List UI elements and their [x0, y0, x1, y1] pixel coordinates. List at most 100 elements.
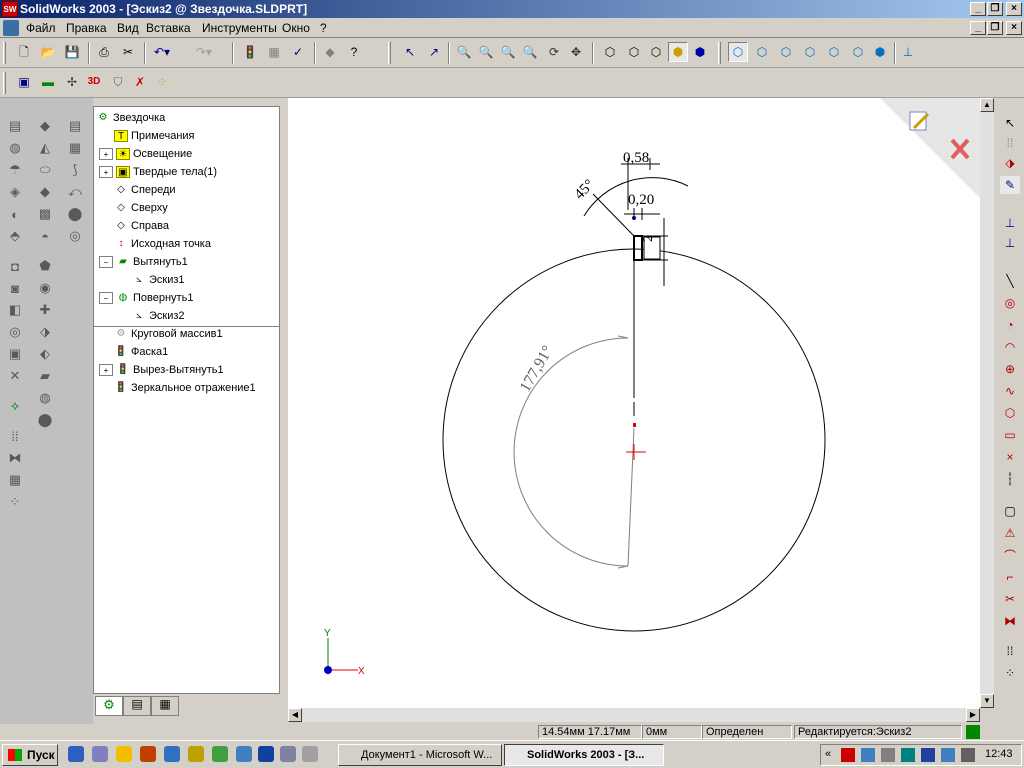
tree-item-sketch2[interactable]: ⦣ Эскиз2 — [132, 307, 184, 325]
eraser-icon[interactable]: ⬗ — [1000, 154, 1020, 172]
dimension-angle-small[interactable]: 45° — [572, 177, 598, 203]
rebuild-status-icon[interactable] — [966, 725, 980, 739]
select-icon[interactable]: ↖ — [400, 42, 420, 62]
tree-item-right-plane[interactable]: ◇ Справа — [114, 217, 169, 235]
scroll-left-button[interactable]: ◀ — [288, 708, 302, 722]
exit-sketch-icon[interactable] — [909, 111, 930, 131]
horizontal-scrollbar[interactable]: ◀ ▶ — [288, 708, 980, 722]
zoom-selection-icon[interactable]: 🔍 — [520, 42, 540, 62]
redo-icon[interactable]: ↷▾ — [194, 42, 214, 62]
propertymanager-tab[interactable]: ▤ — [123, 696, 151, 716]
tray-icon-3[interactable] — [881, 748, 895, 762]
polygon-icon[interactable]: ⬡ — [1000, 404, 1020, 422]
vertical-scrollbar[interactable]: ▲ ▼ — [980, 98, 994, 708]
help-icon[interactable]: ? — [344, 42, 364, 62]
app-icon[interactable] — [164, 746, 180, 762]
calc-icon[interactable] — [280, 746, 296, 762]
scroll-up-button[interactable]: ▲ — [980, 98, 994, 112]
line-icon[interactable]: ╲ — [1000, 272, 1020, 290]
tree-item-lighting[interactable]: + ☀ Освещение — [99, 145, 192, 163]
normal-to-icon[interactable]: ⊥ — [898, 42, 918, 62]
wireframe-icon[interactable]: ⬡ — [600, 42, 620, 62]
point-icon[interactable]: × — [1000, 448, 1020, 466]
tray-icon-1[interactable] — [841, 748, 855, 762]
wrap-icon[interactable]: ◓ — [34, 226, 56, 246]
zoom-fit-icon[interactable]: 🔍 — [454, 42, 474, 62]
tree-item-circular-pattern[interactable]: ⚙ Круговой массив1 — [114, 325, 223, 343]
options-icon[interactable]: ✓ — [288, 42, 308, 62]
circle-tool-icon[interactable]: ◎ — [1000, 294, 1020, 312]
tree-item-extrude1[interactable]: − ▰ Вытянуть1 — [99, 253, 188, 271]
curve-icon[interactable]: ⟆ — [64, 160, 86, 180]
revolve-icon[interactable]: ◍ — [4, 138, 26, 158]
view-top-icon[interactable]: ⬡ — [824, 42, 844, 62]
rebuild-icon[interactable]: 🚦 — [240, 42, 260, 62]
plane-tool-icon[interactable]: ▤ — [64, 116, 86, 136]
picture-icon[interactable]: ▣ — [14, 72, 34, 92]
centerline-icon[interactable]: ┆ — [1000, 470, 1020, 488]
pattern-icon[interactable]: ⁞⁞ — [4, 426, 26, 446]
new-icon[interactable]: 🗋 — [14, 42, 34, 62]
menu-view[interactable]: Вид — [117, 21, 139, 35]
explorer-icon[interactable] — [92, 746, 108, 762]
language-icon[interactable] — [921, 748, 935, 762]
featuremanager-tab[interactable]: ⚙ — [95, 696, 123, 716]
tree-root[interactable]: ⚙ Звездочка — [96, 109, 166, 127]
mirror-sketch-icon[interactable]: ⧓ — [1000, 612, 1020, 630]
network-icon[interactable] — [236, 746, 252, 762]
cut-revolve-icon[interactable]: ◙ — [4, 278, 26, 298]
sweep-icon[interactable]: ☂ — [4, 160, 26, 180]
split-icon[interactable]: ⬗ — [34, 322, 56, 342]
shaded-edges-icon[interactable]: ⬢ — [668, 42, 688, 62]
boss-icon[interactable]: ◐ — [4, 204, 26, 224]
start-button[interactable]: Пуск — [2, 744, 58, 766]
restore-button[interactable]: ❐ — [987, 2, 1003, 16]
open-icon[interactable]: 📂 — [38, 42, 58, 62]
rotate-icon[interactable]: ⟳ — [544, 42, 564, 62]
combine-icon[interactable]: ⬖ — [34, 344, 56, 364]
scroll-right-button[interactable]: ▶ — [966, 708, 980, 722]
arc-icon[interactable]: ◔ — [1000, 316, 1020, 334]
trim-icon[interactable]: ✂ — [1000, 590, 1020, 608]
circle-icon[interactable]: ⊕ — [1000, 360, 1020, 378]
hidden-lines-gray-icon[interactable]: ⬡ — [624, 42, 644, 62]
delete-body-icon[interactable]: ▰ — [34, 366, 56, 386]
expand-icon[interactable]: + — [99, 364, 113, 377]
dimension-icon[interactable]: ⊥ — [1000, 214, 1020, 232]
task-word[interactable]: Документ1 - Microsoft W... — [338, 744, 502, 766]
save-icon[interactable]: 💾 — [62, 42, 82, 62]
library-icon[interactable]: ⁘ — [152, 72, 172, 92]
relation-icon[interactable]: ⊥ — [1000, 234, 1020, 252]
cosmetic-icon[interactable]: ⬤ — [64, 204, 86, 224]
flex-icon[interactable]: ◆ — [34, 182, 56, 202]
ie-icon[interactable] — [68, 746, 84, 762]
sketch-fillet-icon[interactable]: ⌒ — [1000, 546, 1020, 564]
chrome-icon[interactable] — [116, 746, 132, 762]
document-icon[interactable] — [3, 20, 19, 36]
scale-icon[interactable]: ⁘ — [4, 492, 26, 512]
tree-item-origin[interactable]: ↕ Исходная точка — [114, 235, 211, 253]
menu-help[interactable]: ? — [320, 21, 327, 35]
tree-item-chamfer1[interactable]: 🚦 Фаска1 — [114, 343, 169, 361]
tree-item-mirror1[interactable]: 🚦 Зеркальное отражение1 — [114, 379, 256, 397]
view-back-icon[interactable]: ⬡ — [752, 42, 772, 62]
hidden-lines-removed-icon[interactable]: ⬡ — [646, 42, 666, 62]
tray-icon-2[interactable] — [861, 748, 875, 762]
helix-icon[interactable]: ⤺ — [64, 182, 86, 202]
revolve-axis-line[interactable] — [627, 427, 635, 567]
view-front-icon[interactable]: ⬡ — [728, 42, 748, 62]
offset-icon[interactable]: ▢ — [1000, 502, 1020, 520]
zoom-area-icon[interactable]: 🔍 — [476, 42, 496, 62]
doc-restore-button[interactable]: ❐ — [987, 21, 1003, 35]
tree-item-solid-bodies[interactable]: + ▣ Твердые тела(1) — [99, 163, 217, 181]
rib-icon[interactable]: ⬘ — [4, 226, 26, 246]
move-icon[interactable]: ⟡ — [4, 396, 26, 416]
shell-icon[interactable]: ▣ — [4, 344, 26, 364]
sketch-chamfer-icon[interactable]: ⌐ — [1000, 568, 1020, 586]
color-icon[interactable]: ◆ — [320, 42, 340, 62]
cut-icon[interactable]: ✂ — [118, 42, 138, 62]
view-left-icon[interactable]: ⬡ — [776, 42, 796, 62]
collapse-icon[interactable]: − — [99, 256, 113, 269]
zoom-in-out-icon[interactable]: 🔍 — [498, 42, 518, 62]
doc-minimize-button[interactable]: _ — [970, 21, 986, 35]
